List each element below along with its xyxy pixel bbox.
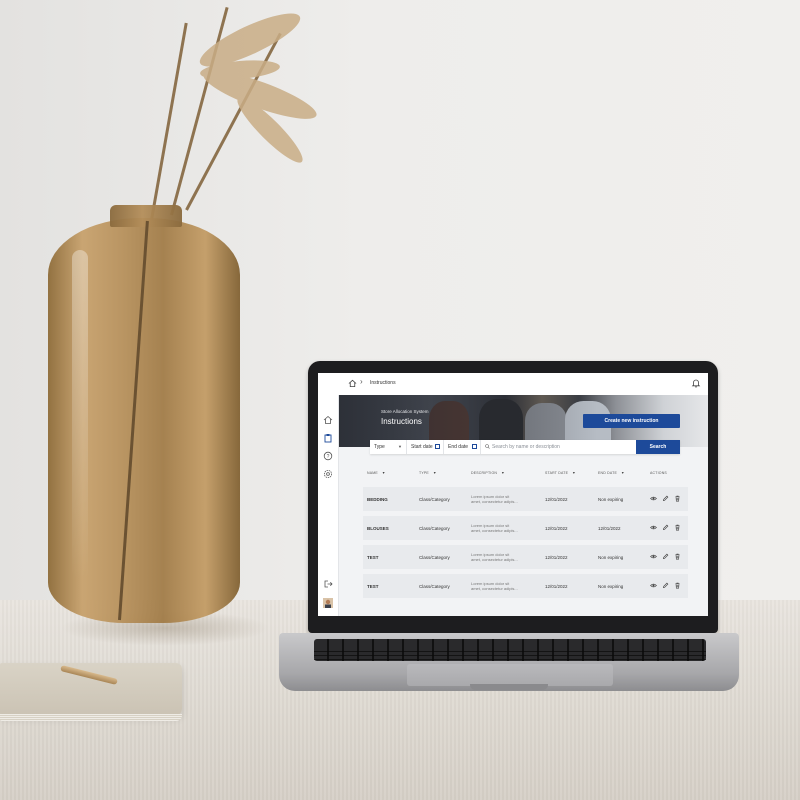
- svg-text:?: ?: [327, 454, 330, 460]
- row-description: Lorem ipsum dolor sit amet, consectetur a…: [471, 523, 518, 533]
- create-instruction-button[interactable]: Create new instruction: [583, 414, 680, 428]
- row-type: Class/Category: [419, 555, 450, 560]
- start-date-picker[interactable]: Start date: [407, 440, 444, 454]
- table-row[interactable]: BLOUSES Class/Category Lorem ipsum dolor…: [363, 516, 688, 540]
- row-name: BEDDING: [367, 497, 388, 502]
- row-description: Lorem ipsum dolor sit amet, consectetur a…: [471, 552, 518, 562]
- sort-icon: ▼: [501, 471, 505, 475]
- logout-icon[interactable]: [323, 579, 333, 589]
- help-icon[interactable]: ?: [323, 451, 333, 461]
- row-name: TEST: [367, 555, 379, 560]
- avatar[interactable]: [323, 598, 333, 608]
- column-header-end-date[interactable]: END DATE ▼: [598, 471, 625, 475]
- row-description: Lorem ipsum dolor sit amet, consectetur a…: [471, 581, 518, 591]
- column-header-start-date[interactable]: START DATE ▼: [545, 471, 576, 475]
- eye-icon[interactable]: [650, 553, 657, 560]
- pencil-icon[interactable]: [662, 582, 669, 589]
- calendar-icon: [435, 444, 440, 449]
- app-screen: › Instructions ? Store Allocation System…: [318, 373, 708, 616]
- top-bar: › Instructions: [318, 373, 708, 396]
- keyboard-rows: [314, 648, 706, 662]
- pencil-icon[interactable]: [662, 495, 669, 502]
- calendar-icon: [472, 444, 477, 449]
- bell-icon[interactable]: [691, 378, 701, 388]
- search-field: [481, 440, 636, 454]
- end-date-label: End date: [448, 444, 469, 450]
- row-name: TEST: [367, 584, 379, 589]
- row-end-date: Non expiring: [598, 555, 624, 560]
- row-type: Class/Category: [419, 584, 450, 589]
- sort-icon: ▼: [432, 471, 437, 475]
- clipboard-icon[interactable]: [323, 433, 333, 443]
- row-name: BLOUSES: [367, 526, 389, 531]
- start-date-label: Start date: [411, 444, 433, 450]
- eye-icon[interactable]: [650, 495, 657, 502]
- row-type: Class/Category: [419, 497, 450, 502]
- sidebar: ?: [318, 395, 339, 616]
- filter-bar: Type ▼ Start date End date: [370, 440, 680, 454]
- column-header-type[interactable]: TYPE ▼: [419, 471, 437, 475]
- end-date-picker[interactable]: End date: [444, 440, 481, 454]
- chevron-right-icon: ›: [360, 377, 363, 386]
- home-icon[interactable]: [348, 379, 357, 388]
- search-icon: [485, 444, 490, 449]
- row-start-date: 12/01/2022: [545, 497, 568, 502]
- row-end-date: Non expiring: [598, 584, 624, 589]
- home-icon[interactable]: [323, 415, 333, 425]
- search-button[interactable]: Search: [636, 440, 680, 454]
- table-header: NAME ▼ TYPE ▼ DESCRIPTION ▼ START DATE ▼ END…: [365, 471, 688, 479]
- trash-icon[interactable]: [674, 495, 681, 502]
- pencil-icon[interactable]: [662, 553, 669, 560]
- column-header-name[interactable]: NAME ▼: [367, 471, 386, 475]
- trash-icon[interactable]: [674, 524, 681, 531]
- eye-icon[interactable]: [650, 524, 657, 531]
- table-row[interactable]: TEST Class/Category Lorem ipsum dolor si…: [363, 545, 688, 569]
- sort-icon: ▼: [572, 471, 576, 475]
- row-type: Class/Category: [419, 526, 450, 531]
- vase-highlight: [72, 250, 88, 580]
- pencil-icon[interactable]: [662, 524, 669, 531]
- column-header-actions: ACTIONS: [650, 471, 667, 475]
- lid-notch: [470, 684, 548, 690]
- row-start-date: 12/01/2022: [545, 526, 568, 531]
- pampas-plume: [199, 13, 317, 163]
- trash-icon[interactable]: [674, 553, 681, 560]
- row-end-date: Non expiring: [598, 497, 624, 502]
- row-start-date: 12/01/2022: [545, 584, 568, 589]
- sort-icon: ▼: [621, 471, 625, 475]
- row-start-date: 12/01/2022: [545, 555, 568, 560]
- search-input[interactable]: [492, 440, 632, 454]
- type-select-label: Type: [374, 444, 385, 450]
- trackpad: [407, 664, 613, 686]
- eye-icon[interactable]: [650, 582, 657, 589]
- trash-icon[interactable]: [674, 582, 681, 589]
- page-title: Instructions: [381, 417, 422, 426]
- type-select[interactable]: Type ▼: [370, 440, 407, 454]
- column-header-description[interactable]: DESCRIPTION ▼: [471, 471, 505, 475]
- table-row[interactable]: TEST Class/Category Lorem ipsum dolor si…: [363, 574, 688, 598]
- hero-subtitle: Store Allocation System: [381, 409, 429, 414]
- settings-icon[interactable]: [323, 469, 333, 479]
- table-row[interactable]: BEDDING Class/Category Lorem ipsum dolor…: [363, 487, 688, 511]
- row-description: Lorem ipsum dolor sit amet, consectetur a…: [471, 494, 518, 504]
- row-end-date: 12/01/2022: [598, 526, 621, 531]
- notebook: [0, 663, 182, 721]
- breadcrumb-current[interactable]: Instructions: [370, 380, 396, 386]
- sort-icon: ▼: [381, 471, 386, 475]
- chevron-down-icon: ▼: [398, 444, 402, 449]
